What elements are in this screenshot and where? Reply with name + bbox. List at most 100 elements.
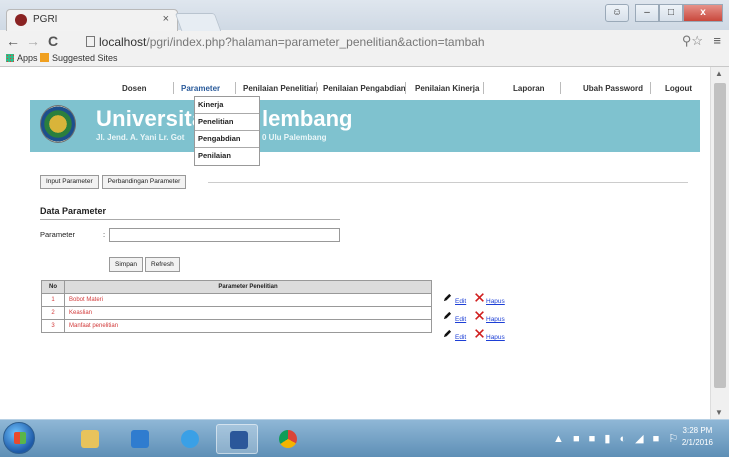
- word-icon: [230, 431, 248, 449]
- nav-separator: [483, 82, 484, 94]
- minimize-button[interactable]: –: [635, 4, 659, 22]
- nav-separator: [560, 82, 561, 94]
- nav-dosen[interactable]: Dosen: [122, 84, 146, 93]
- nav-ubah-password[interactable]: Ubah Password: [583, 84, 643, 93]
- system-tray[interactable]: ▲ ■ ■ ▮ ◐ ◢ ■ ⚐: [553, 432, 681, 445]
- browser-toolbar: ← → C localhost/pgri/index.php?halaman=p…: [0, 31, 729, 53]
- table-row: 3 Manfaat penelitian: [41, 319, 432, 333]
- address-host: localhost: [99, 35, 147, 49]
- zoom-star-icon[interactable]: ⚲☆: [682, 33, 703, 49]
- pencil-icon: [443, 329, 452, 338]
- dropdown-item-penilaian[interactable]: Penilaian: [195, 148, 259, 165]
- refresh-button[interactable]: Refresh: [145, 257, 180, 272]
- nav-separator: [235, 82, 236, 94]
- section-divider: [40, 219, 340, 220]
- scroll-down-icon[interactable]: ▼: [715, 408, 723, 417]
- dropdown-item-penelitian[interactable]: Penelitian: [195, 114, 259, 131]
- nav-separator: [405, 82, 406, 94]
- bookmark-suggested[interactable]: Suggested Sites: [40, 53, 118, 63]
- scroll-up-icon[interactable]: ▲: [715, 69, 723, 78]
- cell-no: 3: [41, 319, 65, 333]
- nav-separator: [316, 82, 317, 94]
- address-path: /pgri/index.php?halaman=parameter_peneli…: [146, 35, 485, 49]
- taskbar-chrome[interactable]: [266, 424, 308, 454]
- nav-parameter[interactable]: Parameter: [181, 84, 220, 93]
- table-header-row: No Parameter Penelitian: [41, 280, 432, 294]
- dropdown-item-pengabdian[interactable]: Pengabdian: [195, 131, 259, 148]
- taskbar-ie[interactable]: [168, 424, 210, 454]
- taskbar: ▲ ■ ■ ▮ ◐ ◢ ■ ⚐ 3:28 PM 2/1/2016: [0, 419, 729, 457]
- section-title: Data Parameter: [40, 206, 107, 216]
- pencil-icon: [443, 311, 452, 320]
- vertical-scrollbar[interactable]: ▲ ▼: [710, 67, 729, 419]
- edit-link[interactable]: Edit: [455, 316, 466, 323]
- browser-chrome: PGRI × ☺ – □ x ← → C localhost/pgri/inde…: [0, 0, 729, 67]
- favicon-icon: [15, 14, 27, 26]
- close-window-button[interactable]: x: [683, 4, 723, 22]
- forward-arrow-icon[interactable]: →: [26, 33, 40, 49]
- cell-parameter: Keaslian: [64, 306, 432, 320]
- edit-link[interactable]: Edit: [455, 334, 466, 341]
- nav-penilaian-penelitian[interactable]: Penilaian Penelitian: [243, 84, 318, 93]
- clock-time: 3:28 PM: [682, 426, 713, 435]
- banner-title-continued: lembang: [262, 106, 353, 131]
- reload-icon[interactable]: C: [48, 33, 58, 49]
- table-row: 2 Keaslian: [41, 306, 432, 320]
- university-logo: [40, 105, 76, 143]
- parameter-input[interactable]: [109, 228, 340, 242]
- back-arrow-icon[interactable]: ←: [6, 33, 20, 49]
- delete-link[interactable]: Hapus: [486, 316, 505, 323]
- taskbar-clock[interactable]: 3:28 PM 2/1/2016: [682, 425, 713, 449]
- nav-penilaian-pengabdian[interactable]: Penilaian Pengabdian: [323, 84, 406, 93]
- menu-icon[interactable]: ≡: [713, 33, 721, 48]
- page-viewport: Dosen Parameter Penilaian Penelitian Pen…: [0, 67, 710, 419]
- edit-link[interactable]: Edit: [455, 298, 466, 305]
- scroll-thumb[interactable]: [714, 83, 726, 388]
- tab-title: PGRI: [33, 14, 58, 25]
- parameter-table: No Parameter Penelitian 1 Bobot Materi 2…: [41, 280, 432, 333]
- clock-date: 2/1/2016: [681, 438, 713, 447]
- top-nav: Dosen Parameter Penilaian Penelitian Pen…: [30, 79, 700, 97]
- browser-tab[interactable]: PGRI ×: [6, 9, 178, 31]
- user-icon[interactable]: ☺: [605, 4, 629, 22]
- apps-icon: [6, 54, 14, 62]
- cell-parameter: Bobot Materi: [64, 293, 432, 307]
- suggested-sites-icon: [40, 53, 49, 62]
- windows-logo-icon: [14, 432, 26, 444]
- delete-x-icon: [475, 329, 484, 338]
- bookmark-suggested-label: Suggested Sites: [52, 53, 118, 63]
- taskbar-explorer[interactable]: [68, 424, 110, 454]
- chrome-icon: [279, 430, 297, 448]
- page-icon: [86, 36, 95, 47]
- tab-perbandingan-parameter[interactable]: Perbandingan Parameter: [101, 175, 187, 189]
- site-banner: Universitas lembang Jl. Jend. A. Yani Lr…: [30, 100, 700, 152]
- address-bar[interactable]: localhost/pgri/index.php?halaman=paramet…: [86, 32, 706, 52]
- tab-close-icon[interactable]: ×: [163, 13, 169, 25]
- pencil-icon: [443, 293, 452, 302]
- internet-explorer-icon: [181, 430, 199, 448]
- start-button[interactable]: [3, 422, 35, 454]
- table-row: 1 Bobot Materi: [41, 293, 432, 307]
- nav-penilaian-kinerja[interactable]: Penilaian Kinerja: [415, 84, 479, 93]
- bookmarks-bar: Apps Suggested Sites: [0, 53, 729, 67]
- dropdown-item-kinerja[interactable]: Kinerja: [195, 97, 259, 114]
- title-bar: PGRI × ☺ – □ x: [0, 0, 729, 31]
- delete-link[interactable]: Hapus: [486, 298, 505, 305]
- header-no: No: [41, 280, 65, 294]
- new-tab-button[interactable]: [174, 13, 222, 31]
- taskbar-outlook[interactable]: [118, 424, 160, 454]
- parameter-dropdown: Kinerja Penelitian Pengabdian Penilaian: [194, 96, 260, 166]
- bookmark-apps[interactable]: Apps: [6, 53, 38, 63]
- save-button[interactable]: Simpan: [109, 257, 144, 272]
- nav-laporan[interactable]: Laporan: [513, 84, 545, 93]
- bookmark-apps-label: Apps: [17, 53, 38, 63]
- tab-input-parameter[interactable]: Input Parameter: [40, 175, 99, 189]
- nav-logout[interactable]: Logout: [665, 84, 692, 93]
- maximize-button[interactable]: □: [659, 4, 683, 22]
- delete-link[interactable]: Hapus: [486, 334, 505, 341]
- cell-no: 1: [41, 293, 65, 307]
- taskbar-word[interactable]: [216, 424, 258, 454]
- nav-separator: [650, 82, 651, 94]
- header-parameter: Parameter Penelitian: [64, 280, 432, 294]
- cell-no: 2: [41, 306, 65, 320]
